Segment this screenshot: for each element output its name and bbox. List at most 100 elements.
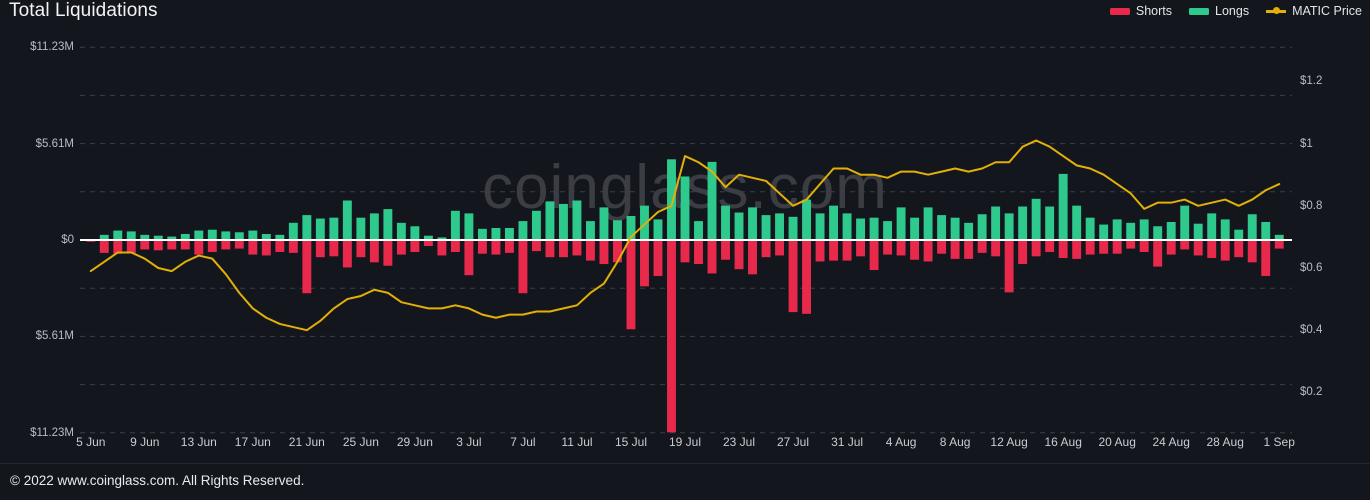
bar-longs[interactable] bbox=[1180, 205, 1190, 240]
bar-shorts[interactable] bbox=[599, 240, 609, 265]
legend-item-shorts[interactable]: Shorts bbox=[1109, 3, 1172, 19]
bar-shorts[interactable] bbox=[923, 240, 933, 262]
bar-shorts[interactable] bbox=[207, 240, 217, 253]
bar-longs[interactable] bbox=[815, 213, 825, 240]
bar-shorts[interactable] bbox=[99, 240, 109, 253]
bar-shorts[interactable] bbox=[883, 240, 893, 255]
bar-longs[interactable] bbox=[734, 212, 744, 240]
bar-shorts[interactable] bbox=[545, 240, 555, 258]
bar-shorts[interactable] bbox=[531, 240, 541, 252]
bar-shorts[interactable] bbox=[491, 240, 501, 255]
bar-shorts[interactable] bbox=[653, 240, 663, 277]
bar-longs[interactable] bbox=[1139, 219, 1149, 240]
bar-shorts[interactable] bbox=[167, 240, 177, 250]
bar-longs[interactable] bbox=[288, 222, 298, 240]
bar-shorts[interactable] bbox=[248, 240, 258, 255]
legend-item-matic-price[interactable]: MATIC Price bbox=[1266, 3, 1362, 19]
bar-shorts[interactable] bbox=[734, 240, 744, 270]
bar-shorts[interactable] bbox=[288, 240, 298, 253]
bar-shorts[interactable] bbox=[504, 240, 514, 253]
bar-longs[interactable] bbox=[558, 203, 568, 240]
bar-shorts[interactable] bbox=[140, 240, 150, 250]
bar-longs[interactable] bbox=[761, 215, 771, 240]
bar-longs[interactable] bbox=[329, 217, 339, 240]
bar-longs[interactable] bbox=[896, 207, 906, 240]
bar-shorts[interactable] bbox=[572, 240, 582, 256]
bar-longs[interactable] bbox=[113, 230, 123, 240]
bar-shorts[interactable] bbox=[234, 240, 244, 249]
bar-shorts[interactable] bbox=[261, 240, 271, 256]
bar-shorts[interactable] bbox=[126, 240, 136, 253]
bar-longs[interactable] bbox=[856, 218, 866, 240]
bar-longs[interactable] bbox=[775, 213, 784, 240]
bar-shorts[interactable] bbox=[1261, 240, 1271, 277]
bar-longs[interactable] bbox=[464, 213, 474, 240]
bar-shorts[interactable] bbox=[369, 240, 379, 263]
bar-longs[interactable] bbox=[613, 220, 622, 240]
bar-shorts[interactable] bbox=[1220, 240, 1230, 261]
bar-shorts[interactable] bbox=[464, 240, 474, 276]
bar-shorts[interactable] bbox=[869, 240, 879, 271]
bar-shorts[interactable] bbox=[302, 240, 312, 294]
bar-longs[interactable] bbox=[342, 200, 352, 240]
bar-shorts[interactable] bbox=[275, 240, 285, 253]
bar-longs[interactable] bbox=[1045, 206, 1055, 240]
bar-longs[interactable] bbox=[1261, 221, 1271, 240]
bar-shorts[interactable] bbox=[356, 240, 366, 258]
bar-shorts[interactable] bbox=[788, 240, 798, 313]
bar-shorts[interactable] bbox=[1207, 240, 1217, 259]
bar-longs[interactable] bbox=[1031, 198, 1041, 240]
bar-shorts[interactable] bbox=[761, 240, 771, 258]
bar-longs[interactable] bbox=[1234, 229, 1244, 240]
bar-longs[interactable] bbox=[234, 232, 244, 240]
bar-longs[interactable] bbox=[369, 213, 379, 240]
bar-longs[interactable] bbox=[680, 176, 690, 240]
bar-longs[interactable] bbox=[707, 161, 717, 240]
bar-longs[interactable] bbox=[545, 201, 555, 240]
bar-longs[interactable] bbox=[221, 231, 231, 240]
bar-longs[interactable] bbox=[194, 230, 204, 240]
bar-shorts[interactable] bbox=[680, 240, 690, 263]
bar-longs[interactable] bbox=[504, 227, 514, 240]
bar-shorts[interactable] bbox=[1153, 240, 1163, 267]
bar-shorts[interactable] bbox=[1234, 240, 1244, 258]
bar-shorts[interactable] bbox=[937, 240, 947, 254]
bar-longs[interactable] bbox=[829, 205, 839, 240]
bar-longs[interactable] bbox=[788, 216, 798, 240]
bar-longs[interactable] bbox=[1018, 206, 1028, 240]
bar-longs[interactable] bbox=[869, 217, 879, 240]
bar-longs[interactable] bbox=[977, 214, 987, 240]
bar-longs[interactable] bbox=[1207, 213, 1217, 240]
bar-shorts[interactable] bbox=[477, 240, 487, 254]
bar-shorts[interactable] bbox=[180, 240, 190, 250]
bar-longs[interactable] bbox=[518, 221, 528, 240]
bar-longs[interactable] bbox=[1247, 214, 1257, 240]
bar-shorts[interactable] bbox=[153, 240, 163, 251]
bar-shorts[interactable] bbox=[1247, 240, 1257, 263]
bar-shorts[interactable] bbox=[1112, 240, 1122, 254]
bar-shorts[interactable] bbox=[586, 240, 595, 261]
bar-longs[interactable] bbox=[315, 218, 325, 240]
bar-shorts[interactable] bbox=[194, 240, 204, 255]
bar-shorts[interactable] bbox=[1126, 240, 1136, 249]
bar-longs[interactable] bbox=[248, 230, 258, 240]
bar-shorts[interactable] bbox=[1099, 240, 1109, 254]
bar-longs[interactable] bbox=[991, 206, 1001, 240]
bar-longs[interactable] bbox=[410, 226, 420, 240]
bar-shorts[interactable] bbox=[1058, 240, 1068, 259]
bar-shorts[interactable] bbox=[977, 240, 987, 253]
bar-longs[interactable] bbox=[802, 199, 811, 240]
bar-shorts[interactable] bbox=[1004, 240, 1014, 293]
bar-longs[interactable] bbox=[923, 207, 933, 240]
bar-longs[interactable] bbox=[1004, 213, 1014, 240]
bar-longs[interactable] bbox=[1072, 205, 1082, 240]
bar-shorts[interactable] bbox=[396, 240, 406, 255]
bar-shorts[interactable] bbox=[910, 240, 920, 260]
bar-shorts[interactable] bbox=[856, 240, 866, 257]
bar-shorts[interactable] bbox=[991, 240, 1001, 257]
bar-longs[interactable] bbox=[491, 227, 501, 240]
bar-shorts[interactable] bbox=[626, 240, 636, 330]
bar-longs[interactable] bbox=[599, 207, 609, 240]
bar-shorts[interactable] bbox=[1072, 240, 1082, 259]
bar-shorts[interactable] bbox=[315, 240, 325, 258]
